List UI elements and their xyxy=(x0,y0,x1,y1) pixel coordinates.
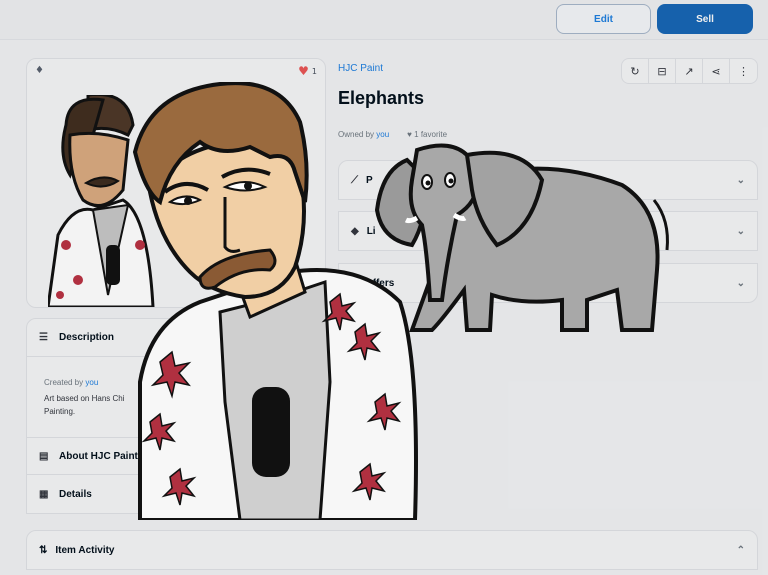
external-link-icon[interactable]: ↗ xyxy=(676,59,703,83)
item-activity-header[interactable]: ⇅ Item Activity ⌃ xyxy=(26,530,758,570)
refresh-icon[interactable]: ↻ xyxy=(622,59,649,83)
more-icon[interactable]: ⋮ xyxy=(730,59,757,83)
activity-heading: Item Activity xyxy=(55,544,115,556)
about-icon: ▤ xyxy=(39,450,49,462)
sell-button[interactable]: Sell xyxy=(657,4,753,34)
description-heading: Description xyxy=(59,332,115,343)
chevron-down-icon: ⌄ xyxy=(736,277,745,289)
description-icon: ☰ xyxy=(39,332,48,343)
favorite-button[interactable]: ♥ 1 xyxy=(298,64,317,78)
details-heading: Details xyxy=(59,488,92,500)
share-icon[interactable]: ⋖ xyxy=(703,59,730,83)
about-heading: About HJC Paint xyxy=(59,450,138,462)
elephant-illustration xyxy=(374,143,669,332)
details-icon: ▦ xyxy=(39,488,49,500)
chevron-up-icon: ⌃ xyxy=(736,544,745,556)
ethereum-icon: ♦ xyxy=(35,65,44,76)
item-toolbar: ↻ ⊟ ↗ ⋖ ⋮ xyxy=(621,58,758,84)
created-by-label: Created by xyxy=(44,378,84,387)
top-bar: Edit Sell xyxy=(0,0,768,40)
edit-button[interactable]: Edit xyxy=(556,4,651,34)
transfer-icon[interactable]: ⊟ xyxy=(649,59,676,83)
chevron-down-icon: ⌄ xyxy=(736,174,745,186)
collection-link[interactable]: HJC Paint xyxy=(338,63,383,74)
favorite-count: 1 xyxy=(311,66,317,76)
chevron-down-icon: ⌄ xyxy=(736,225,745,237)
creator-link[interactable]: you xyxy=(85,378,98,387)
heart-icon: ♥ xyxy=(298,64,309,78)
activity-icon: ⇅ xyxy=(39,544,48,556)
